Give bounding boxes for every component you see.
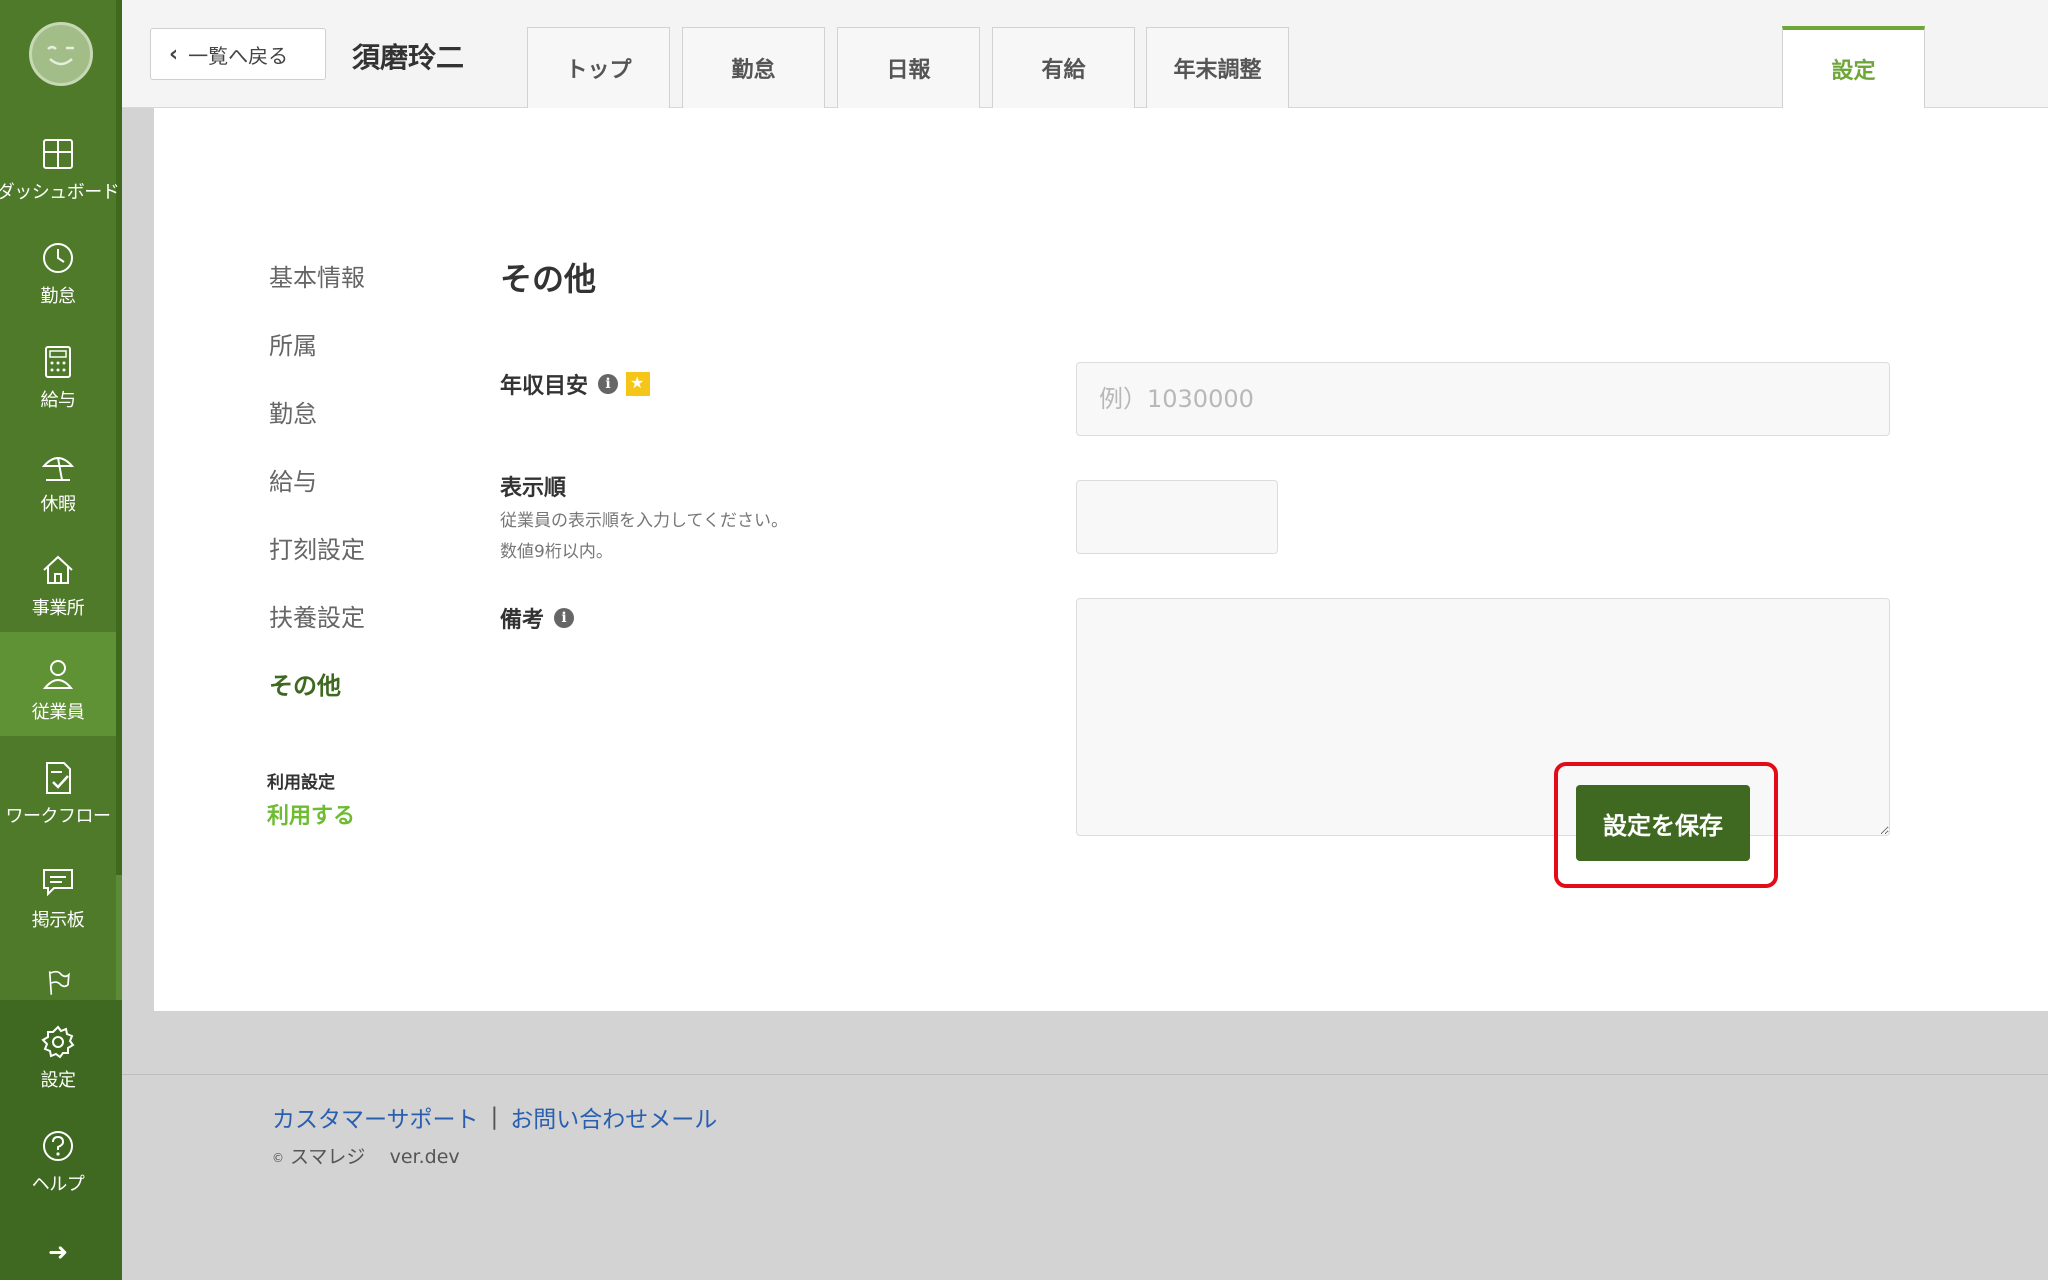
section-title: その他 [500,260,597,298]
avatar[interactable] [29,22,93,86]
save-settings-button[interactable]: 設定を保存 [1576,785,1750,861]
beach-umbrella-icon [41,457,75,481]
sidebar-expand-icon[interactable]: ➜ [48,1238,68,1266]
sidebar-item-attendance[interactable]: 勤怠 [0,216,116,320]
footer-separator: | [490,1104,499,1130]
sidebar-item-label: 掲示板 [31,910,85,931]
back-to-list-button[interactable]: ‹ 一覧へ戻る [150,28,326,80]
header: ‹ 一覧へ戻る 須磨玲二 トップ 勤怠 日報 有給 年末調整 設定 [122,0,2048,108]
annual-income-input[interactable] [1076,362,1890,436]
tab-settings[interactable]: 設定 [1782,26,1925,108]
flag-icon [48,970,70,995]
info-icon[interactable]: i [554,608,575,628]
help-icon [43,1131,73,1161]
sidebar-item-label: 設定 [40,1070,77,1091]
footer-copyright: © スマレジ ver.dev [272,1142,460,1169]
star-badge-icon [626,372,651,396]
tab-attendance[interactable]: 勤怠 [682,27,825,108]
sidebar: ダッシュボード 勤怠 給与 休暇 事業所 従業員 ワークフロー 掲示板 設定 ヘ… [0,0,122,1280]
sidebar-item-leave[interactable]: 休暇 [0,424,116,528]
sidebar-item-label: 従業員 [31,702,85,723]
display-order-label: 表示順 [500,470,566,502]
footer-divider [122,1074,2048,1075]
document-check-icon [46,762,71,794]
contact-email-link[interactable]: お問い合わせメール [510,1100,717,1134]
display-order-input[interactable] [1076,480,1278,554]
wink-face-icon [47,45,74,66]
sidebar-item-label: ダッシュボード [0,182,120,203]
back-button-label: 一覧へ戻る [188,43,289,68]
clock-icon [43,243,73,273]
sidebar-item-workflow[interactable]: ワークフロー [0,736,116,840]
usage-setting-toggle[interactable]: 利用する [267,798,355,830]
side-menu-payroll[interactable]: 給与 [269,462,317,497]
sidebar-item-label: 事業所 [31,598,85,619]
chevron-left-icon: ‹ [169,41,179,67]
company-name: スマレジ [290,1146,366,1168]
annual-income-label: 年収目安 i [500,368,651,400]
display-order-hint: 従業員の表示順を入力してください。 [500,511,788,531]
home-icon [43,555,73,584]
side-menu-basic-info[interactable]: 基本情報 [269,258,365,293]
sidebar-item-payroll[interactable]: 給与 [0,320,116,424]
sidebar-item-label: 休暇 [40,494,77,515]
side-menu-other[interactable]: その他 [269,666,341,701]
tab-top[interactable]: トップ [527,27,670,108]
sidebar-item-label: 給与 [40,390,77,411]
info-icon[interactable]: i [598,374,619,394]
remarks-label-text: 備考 [500,608,545,633]
sidebar-item-label: ワークフロー [5,806,112,827]
tab-year-end-adjustment[interactable]: 年末調整 [1146,27,1289,108]
customer-support-link[interactable]: カスタマーサポート [272,1100,479,1134]
sidebar-item-settings[interactable]: 設定 [0,1000,116,1104]
sidebar-item-employees[interactable]: 従業員 [0,632,116,736]
copyright-symbol: © [272,1150,284,1165]
dashboard-icon [43,139,73,169]
sidebar-item-flag[interactable] [0,944,116,1004]
sidebar-item-bulletin[interactable]: 掲示板 [0,840,116,944]
side-menu-dependent-settings[interactable]: 扶養設定 [269,598,365,633]
display-order-hint-digits: 数値9桁以内。 [500,542,613,562]
version-label: ver.dev [389,1146,460,1168]
footer-links: カスタマーサポート | お問い合わせメール [272,1100,717,1134]
annual-income-label-text: 年収目安 [500,374,589,399]
usage-setting-label: 利用設定 [267,773,335,793]
sidebar-item-help[interactable]: ヘルプ [0,1104,116,1208]
side-menu-clock-settings[interactable]: 打刻設定 [269,530,365,565]
gear-icon [41,1025,75,1059]
sidebar-item-dashboard[interactable]: ダッシュボード [0,112,120,216]
user-icon [42,660,74,689]
remarks-label: 備考 i [500,602,575,634]
sidebar-item-label: ヘルプ [31,1174,85,1195]
employee-name: 須磨玲二 [352,41,465,74]
chat-bubble-icon [43,869,73,897]
side-menu-affiliation[interactable]: 所属 [269,326,317,361]
side-menu-attendance[interactable]: 勤怠 [269,394,317,429]
tab-paid-leave[interactable]: 有給 [992,27,1135,108]
content-gutter [122,108,154,1011]
calculator-icon [45,346,71,378]
tab-daily-report[interactable]: 日報 [837,27,980,108]
sidebar-item-office[interactable]: 事業所 [0,528,116,632]
sidebar-item-label: 勤怠 [40,286,77,307]
display-order-label-text: 表示順 [500,476,567,501]
